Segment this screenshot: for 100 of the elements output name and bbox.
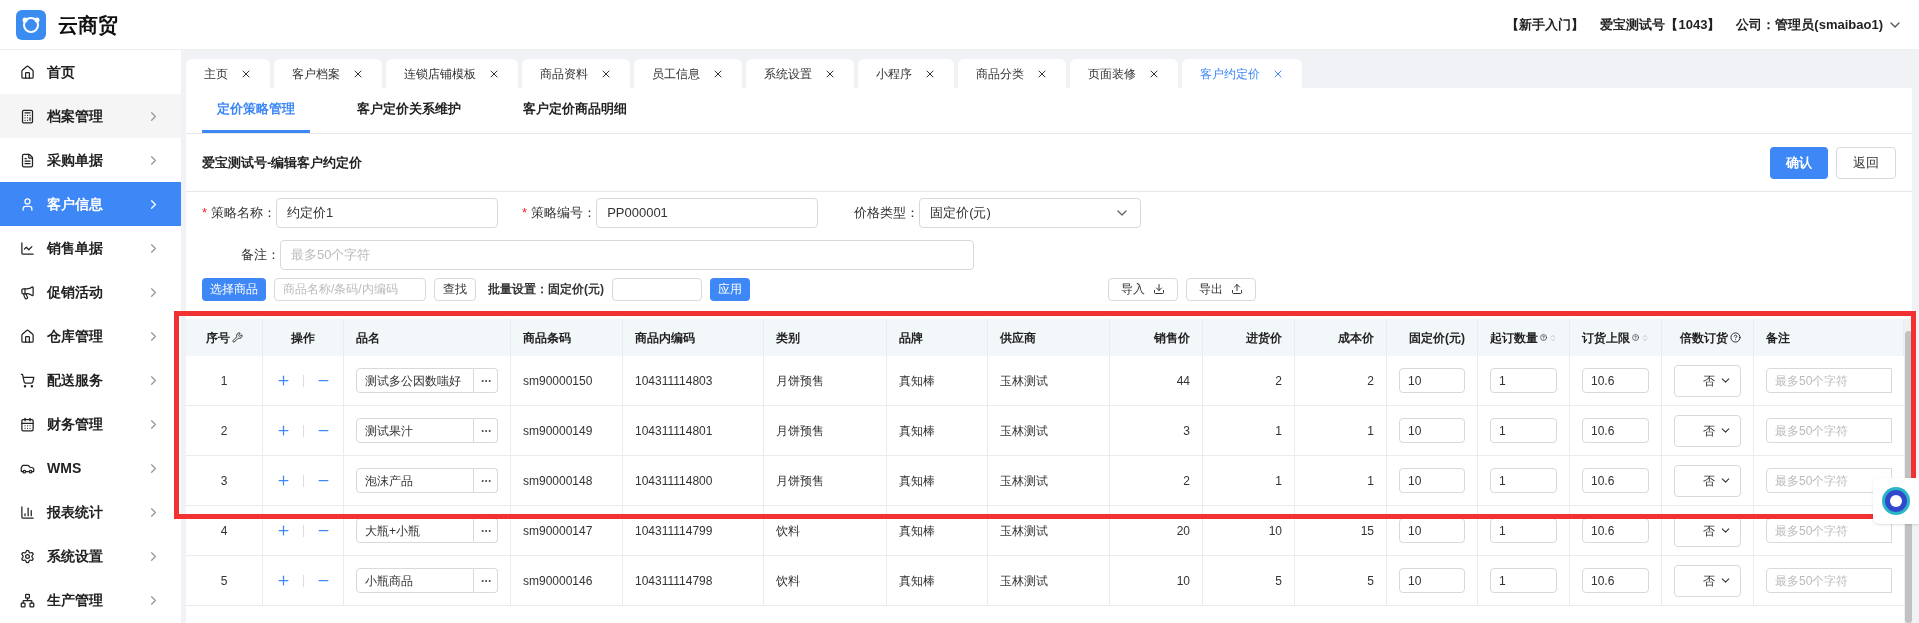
table-cell-text: 5: [1367, 572, 1374, 590]
number-field[interactable]: 1: [1490, 568, 1557, 593]
sidebar-item[interactable]: 报表统计: [0, 490, 181, 534]
help-icon[interactable]: [1632, 332, 1640, 343]
select-goods-button[interactable]: 选择商品: [202, 277, 266, 301]
number-field[interactable]: 1: [1490, 468, 1557, 493]
number-field[interactable]: 10.6: [1582, 368, 1649, 393]
tab[interactable]: 商品资料: [522, 59, 630, 88]
tab[interactable]: 客户约定价: [1182, 59, 1302, 88]
help-icon[interactable]: [1540, 332, 1548, 343]
sidebar-item[interactable]: 生产管理: [0, 578, 181, 622]
tab[interactable]: 页面装修: [1070, 59, 1178, 88]
tab[interactable]: 客户档案: [274, 59, 382, 88]
number-field[interactable]: 10: [1399, 418, 1465, 443]
tab[interactable]: 主页: [186, 59, 270, 88]
table-cell-text: 5: [220, 572, 228, 590]
house-icon: [20, 328, 35, 344]
multiple-select[interactable]: 否: [1674, 464, 1741, 497]
calculator-icon: [20, 108, 35, 124]
table-cell-text: 月饼预售: [776, 422, 824, 440]
sub-tab[interactable]: 客户定价商品明细: [508, 87, 642, 133]
product-name-field[interactable]: 测试多公因数嗤好: [356, 368, 474, 393]
sidebar-item[interactable]: 档案管理: [0, 94, 181, 138]
column-header: 商品内编码: [635, 329, 695, 347]
required-mark: *: [522, 204, 528, 223]
back-button[interactable]: 返回: [1836, 146, 1896, 179]
product-name-field[interactable]: 测试果汁: [356, 418, 474, 443]
ring-logo-icon: [1880, 485, 1912, 517]
code-field[interactable]: PP000001: [596, 198, 819, 228]
field-label: 策略名称：: [211, 204, 277, 223]
sub-tab[interactable]: 定价策略管理: [202, 87, 310, 133]
sidebar-item[interactable]: 仓库管理: [0, 314, 181, 358]
table-cell-text: 1: [1275, 472, 1282, 490]
number-field[interactable]: 10.6: [1582, 468, 1649, 493]
add-row-icon[interactable]: [275, 523, 291, 538]
table-cell-text: 3: [220, 472, 228, 490]
number-field[interactable]: 10: [1399, 568, 1465, 593]
product-name-field[interactable]: 大瓶+小瓶: [356, 518, 474, 543]
table-cell-text: 饮料: [776, 572, 800, 590]
sidebar-item[interactable]: 采购单据: [0, 138, 181, 182]
apply-button[interactable]: 应用: [710, 277, 750, 301]
number-field[interactable]: 1: [1490, 368, 1557, 393]
product-name-field[interactable]: 泡沫产品: [356, 468, 474, 493]
tab[interactable]: 小程序: [858, 59, 954, 88]
find-button[interactable]: 查找: [434, 277, 476, 301]
table-cell-text: sm90000148: [523, 472, 593, 490]
column-header: 成本价: [1338, 329, 1374, 347]
column-header: 序号: [205, 329, 230, 347]
number-field[interactable]: 10.6: [1582, 568, 1649, 593]
sub-tab[interactable]: 客户定价关系维护: [342, 87, 476, 133]
column-header: 倍数订货: [1680, 329, 1728, 347]
add-row-icon[interactable]: [275, 373, 291, 388]
number-field[interactable]: 10: [1399, 368, 1465, 393]
number-field[interactable]: 1: [1490, 418, 1557, 443]
document-icon: [20, 152, 35, 168]
multiple-select[interactable]: 否: [1674, 364, 1741, 397]
multiple-select[interactable]: 否: [1674, 414, 1741, 447]
table-cell-text: 10: [1268, 522, 1282, 540]
import-button[interactable]: 导入: [1108, 277, 1178, 301]
sidebar-item[interactable]: 首页: [0, 50, 181, 94]
column-header: 订货上限: [1582, 329, 1630, 347]
confirm-button[interactable]: 确认: [1770, 146, 1828, 179]
sidebar-item[interactable]: 系统设置: [0, 534, 181, 578]
tab[interactable]: 商品分类: [958, 59, 1066, 88]
add-row-icon[interactable]: [275, 473, 291, 488]
add-row-icon[interactable]: [275, 423, 291, 438]
tab[interactable]: 系统设置: [746, 59, 854, 88]
sidebar-item[interactable]: 促销活动: [0, 270, 181, 314]
column-header: 供应商: [1000, 329, 1036, 347]
product-name-field[interactable]: 小瓶商品: [356, 568, 474, 593]
add-row-icon[interactable]: [275, 573, 291, 588]
header-link[interactable]: 公司：管理员(smaibao1): [1736, 14, 1883, 35]
tab[interactable]: 连锁店铺模板: [386, 59, 518, 88]
sidebar-item[interactable]: 财务管理: [0, 402, 181, 446]
table-cell-text: 2: [1275, 372, 1282, 390]
price-type-select[interactable]: 固定价(元): [919, 198, 1142, 228]
sidebar-item[interactable]: 配送服务: [0, 358, 181, 402]
field-label: 备注：: [241, 246, 280, 265]
table-cell-text: 4: [220, 522, 228, 540]
header-link[interactable]: 【新手入门】: [1506, 14, 1585, 35]
table-cell-text: 2: [1183, 472, 1190, 490]
help-icon[interactable]: [1730, 332, 1741, 343]
sidebar-item[interactable]: 客户信息: [0, 182, 181, 226]
table-cell-text: 1: [1367, 472, 1374, 490]
sidebar-item[interactable]: 销售单据: [0, 226, 181, 270]
floating-assistant-button[interactable]: [1873, 478, 1919, 524]
batch-value-field[interactable]: [612, 277, 702, 301]
number-field[interactable]: 10.6: [1582, 418, 1649, 443]
header-link[interactable]: 爱宝测试号【1043】: [1600, 14, 1721, 35]
name-field[interactable]: 约定价1: [276, 198, 499, 228]
table-cell-text: 真知棒: [899, 572, 935, 590]
multiple-select[interactable]: 否: [1674, 564, 1741, 597]
table-cell-text: 104311114801: [635, 422, 713, 440]
wrench-icon[interactable]: [231, 332, 243, 343]
settings-icon: [20, 548, 35, 564]
number-field[interactable]: 10: [1399, 468, 1465, 493]
table-cell-text: 104311114803: [635, 372, 713, 390]
tab[interactable]: 员工信息: [634, 59, 742, 88]
export-button[interactable]: 导出: [1186, 277, 1256, 301]
sidebar-item[interactable]: WMS: [0, 446, 181, 490]
